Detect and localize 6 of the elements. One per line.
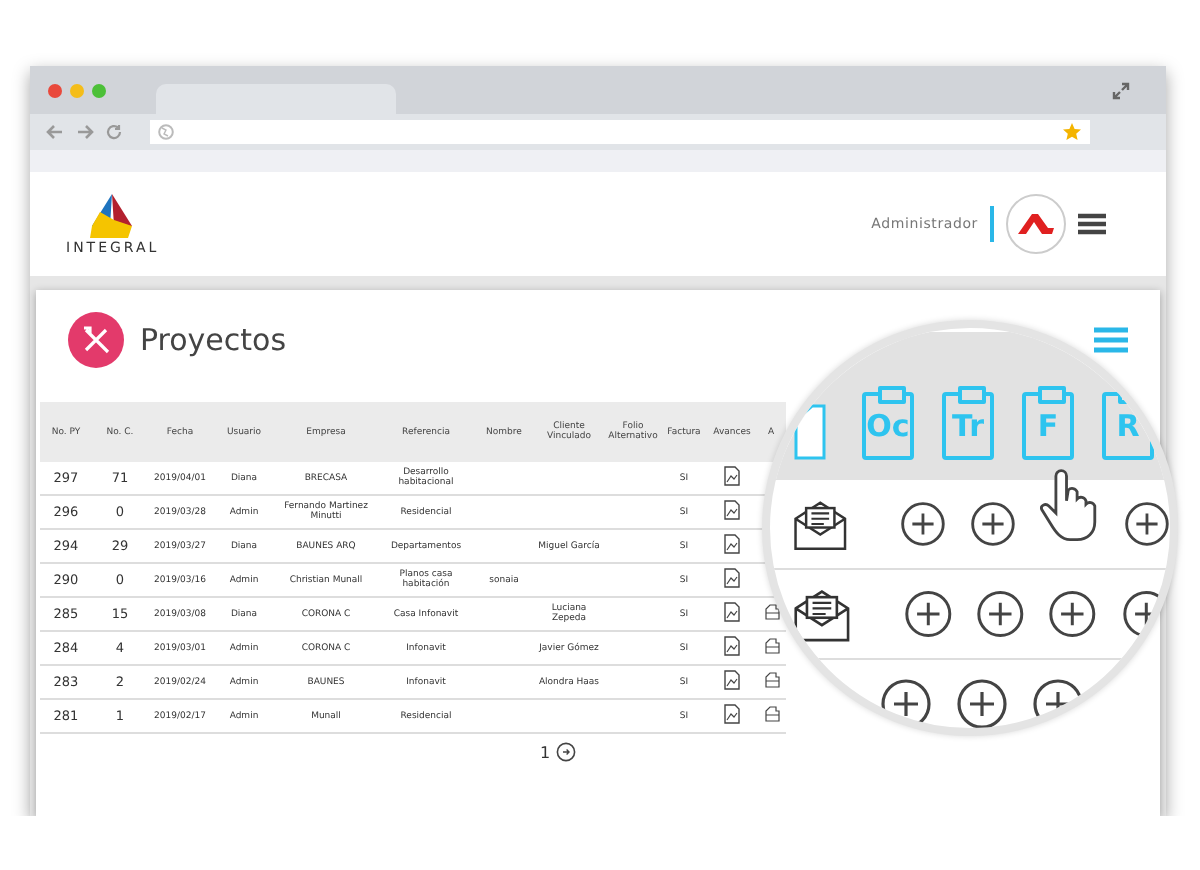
clipboard-tab[interactable]: Tr: [942, 392, 994, 460]
page-title: Proyectos: [140, 322, 287, 358]
clipboard-tab[interactable]: R: [1102, 392, 1154, 460]
page-number[interactable]: 1: [539, 743, 551, 761]
clipboard-tab[interactable]: F: [1022, 392, 1074, 460]
clipboard-tab[interactable]: Oc: [862, 392, 914, 460]
